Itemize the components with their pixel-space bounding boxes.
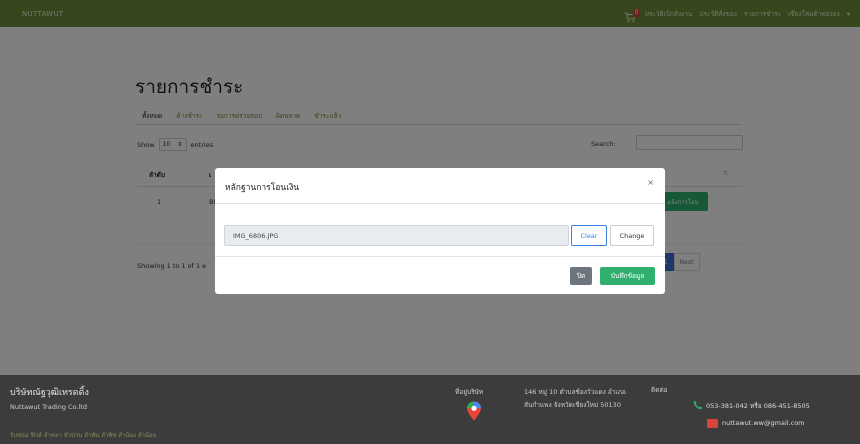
footer-address-line2: สันกำแพง จังหวัดเชียงใหม่ 50130 — [524, 401, 621, 409]
footer-address-label: ที่อยู่บริษัท — [455, 388, 484, 396]
close-icon[interactable]: × — [647, 178, 654, 187]
footer-address-line1: 146 หมู่ 10 ตำบลช้องวัวแดง อำเภอ — [524, 388, 626, 396]
transfer-proof-modal: หลักฐานการโอนเงิน × IMG_6806.JPG Clear C… — [215, 168, 665, 294]
clear-button[interactable]: Clear — [571, 225, 607, 246]
modal-header-divider — [215, 203, 665, 204]
change-button[interactable]: Change — [610, 225, 654, 246]
modal-title: หลักฐานการโอนเงิน — [225, 183, 300, 193]
close-button[interactable]: ปิด — [570, 267, 592, 285]
phone-icon — [693, 400, 703, 410]
site-footer: บริษัทณัฐวุฒิเทรดดิ้ง Nuttawut Trading C… — [0, 375, 860, 444]
footer-phone[interactable]: 053-381-042 หรือ 086-451-8505 — [706, 401, 810, 411]
footer-company-en: Nuttawut Trading Co.ltd — [10, 403, 87, 411]
modal-footer-divider — [215, 256, 665, 257]
footer-company-name: บริษัทณัฐวุฒิเทรดดิ้ง — [10, 388, 89, 398]
save-button[interactable]: บันทึกข้อมูล — [600, 267, 655, 285]
footer-contact-label: ติดต่อ — [651, 386, 668, 394]
footer-email[interactable]: nuttawut.ww@gmail.com — [722, 419, 805, 427]
mail-icon — [707, 419, 718, 428]
map-pin-icon[interactable] — [466, 401, 482, 421]
file-name-field[interactable]: IMG_6806.JPG — [224, 225, 569, 246]
footer-services: รับซ่อม ฟิวส์ ลำคลา หัวป่วน ลำพัน ลำพิซ … — [10, 432, 157, 439]
